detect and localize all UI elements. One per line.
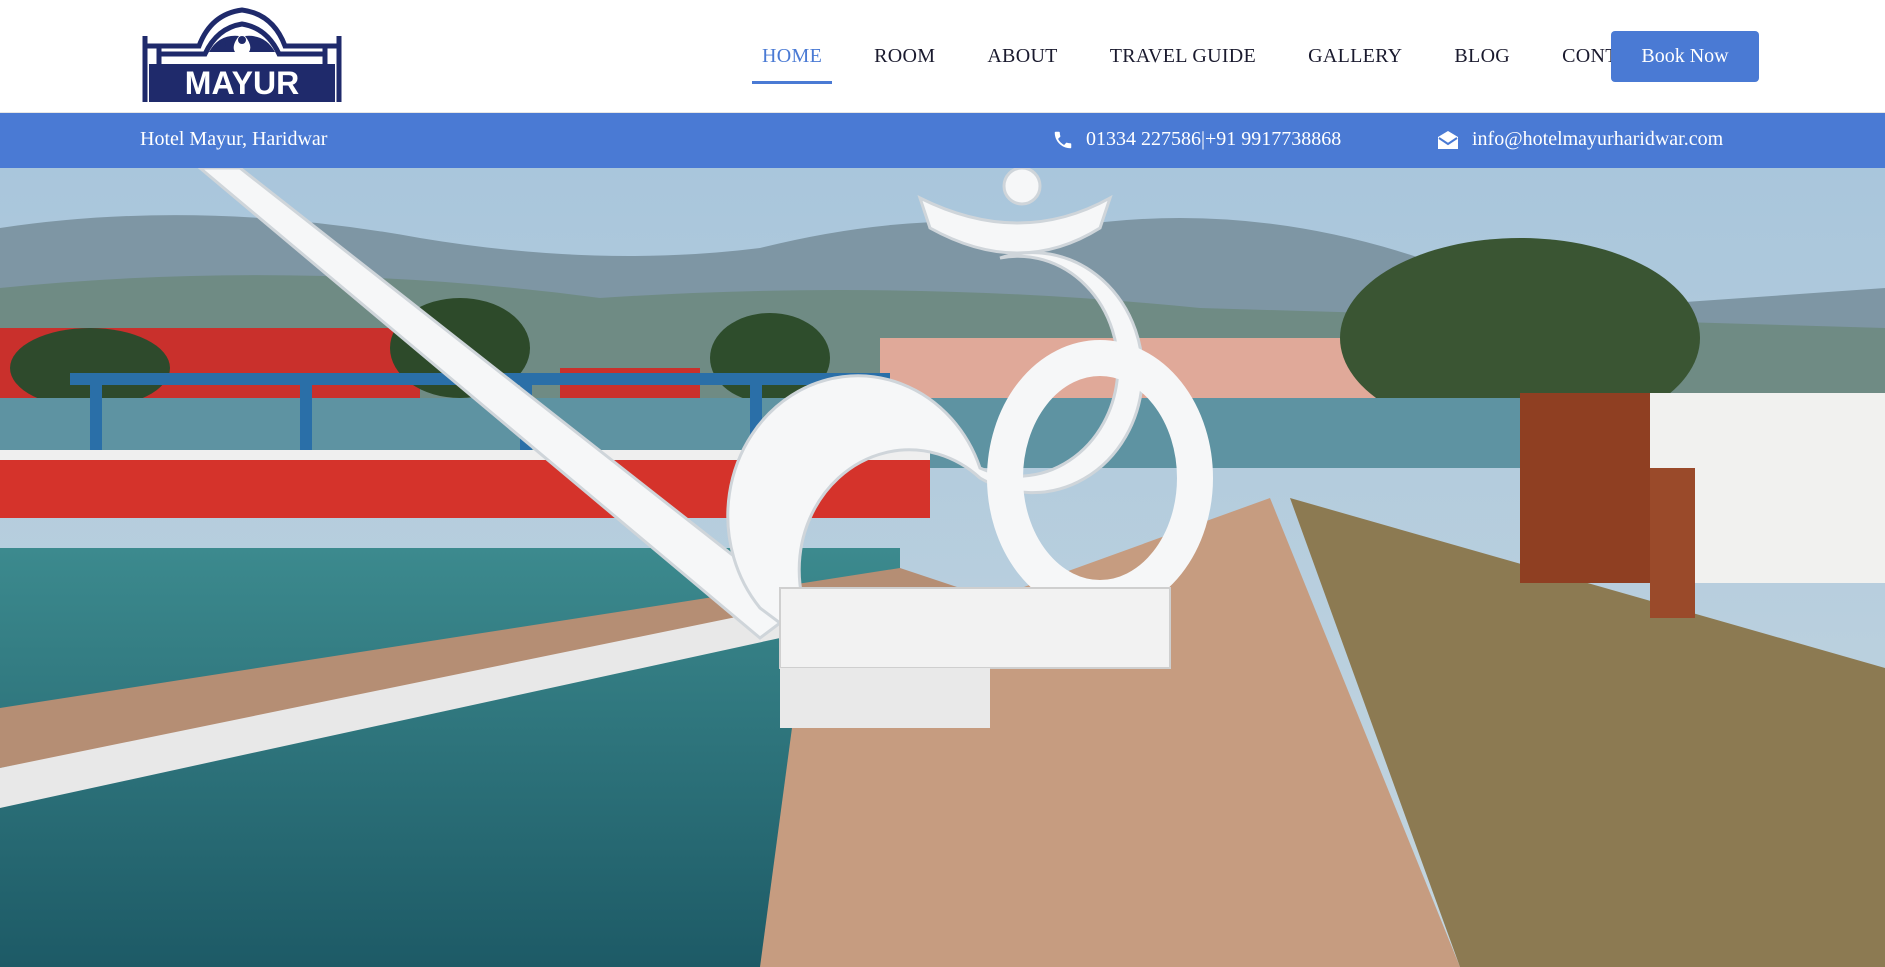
email-contact[interactable]: info@hotelmayurharidwar.com bbox=[1436, 128, 1723, 151]
envelope-icon bbox=[1438, 130, 1458, 149]
phone-contact[interactable]: 01334 227586|+91 9917738868 bbox=[1052, 128, 1341, 151]
contact-info-bar: Hotel Mayur, Haridwar 01334 227586|+91 9… bbox=[0, 113, 1885, 168]
site-header: MAYUR HOME ROOM ABOUT TRAVEL GUIDE GALLE… bbox=[0, 0, 1885, 113]
hero-banner-image bbox=[0, 168, 1885, 967]
email-address: info@hotelmayurharidwar.com bbox=[1472, 128, 1724, 150]
nav-item-blog[interactable]: BLOG bbox=[1444, 37, 1520, 76]
hotel-name: Hotel Mayur, Haridwar bbox=[140, 128, 328, 150]
nav-item-about[interactable]: ABOUT bbox=[977, 37, 1067, 76]
logo-text: MAYUR bbox=[185, 65, 299, 101]
phone-icon bbox=[1054, 131, 1072, 148]
phone-numbers: 01334 227586|+91 9917738868 bbox=[1086, 128, 1342, 150]
nav-item-home[interactable]: HOME bbox=[752, 37, 833, 84]
nav-item-room[interactable]: ROOM bbox=[864, 37, 945, 76]
main-nav: HOME ROOM ABOUT TRAVEL GUIDE GALLERY BLO… bbox=[752, 0, 1730, 113]
book-now-button[interactable]: Book Now bbox=[1611, 31, 1759, 82]
nav-item-gallery[interactable]: GALLERY bbox=[1298, 37, 1412, 76]
nav-item-travel-guide[interactable]: TRAVEL GUIDE bbox=[1100, 37, 1266, 76]
hotel-logo[interactable]: MAYUR bbox=[139, 6, 345, 106]
